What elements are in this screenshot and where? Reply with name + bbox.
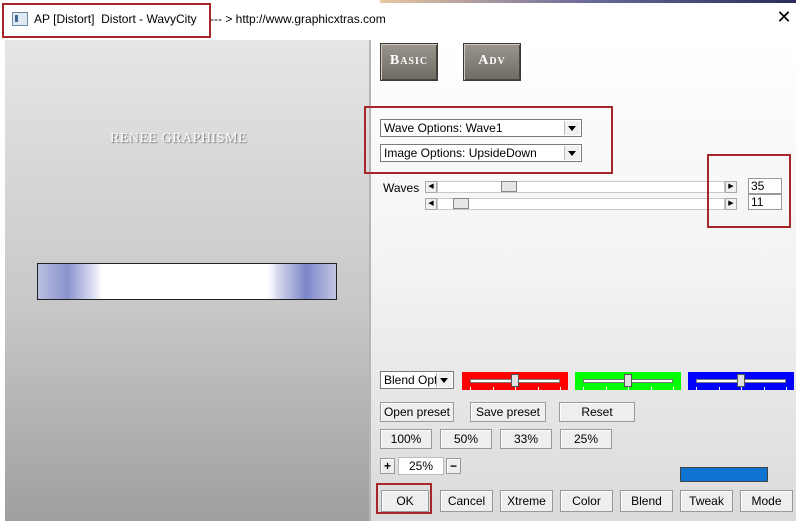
green-slider-thumb[interactable] [624, 374, 632, 387]
chevron-down-icon[interactable] [436, 373, 452, 387]
basic-tab-button[interactable]: Basic [380, 43, 438, 81]
waves-label: Waves [383, 181, 420, 195]
red-slider-tick [515, 387, 516, 390]
red-slider-tick [537, 387, 539, 390]
waves-slider-2-thumb[interactable] [453, 198, 470, 209]
blend-button[interactable]: Blend [620, 490, 673, 512]
green-slider-tick [673, 387, 674, 390]
zoom-in-button[interactable]: + [380, 458, 395, 474]
adv-tab-button[interactable]: Adv [463, 43, 521, 81]
zoom-33-button[interactable]: 33% [500, 429, 552, 449]
blue-slider-tick [696, 387, 697, 390]
blue-slider-thumb[interactable] [737, 374, 745, 387]
zoom-level-display: 25% [398, 457, 444, 475]
blue-slider-tick [786, 387, 787, 390]
ok-button[interactable]: OK [381, 490, 429, 512]
slider-left-arrow-icon[interactable]: ◀ [425, 198, 437, 210]
chevron-down-icon[interactable] [564, 121, 580, 135]
save-preset-button[interactable]: Save preset [470, 402, 546, 422]
preview-image [37, 263, 337, 300]
color-button[interactable]: Color [560, 490, 613, 512]
red-slider-thumb[interactable] [511, 374, 519, 387]
blue-slider-tick [741, 387, 742, 390]
zoom-50-button[interactable]: 50% [440, 429, 492, 449]
xtreme-button[interactable]: Xtreme [500, 490, 553, 512]
options-highlight-box [364, 106, 613, 174]
close-icon[interactable]: ✕ [774, 8, 794, 28]
chevron-down-icon[interactable] [564, 146, 580, 160]
green-slider-tick [583, 387, 584, 390]
reset-button[interactable]: Reset [559, 402, 635, 422]
blue-slider-tick [763, 387, 765, 390]
green-channel-slider[interactable] [575, 372, 681, 390]
mode-button[interactable]: Mode [740, 490, 793, 512]
blend-options-select[interactable]: Blend Optio [380, 371, 454, 389]
background-window-edge [380, 0, 796, 3]
green-slider-tick [605, 387, 607, 390]
zoom-100-button[interactable]: 100% [380, 429, 432, 449]
zoom-25-button[interactable]: 25% [560, 429, 612, 449]
wave-options-select[interactable]: Wave Options: Wave1 [380, 119, 582, 137]
wave-options-value: Wave Options: Wave1 [384, 121, 503, 135]
red-slider-tick [492, 387, 494, 390]
tweak-button[interactable]: Tweak [680, 490, 733, 512]
waves-slider-1-thumb[interactable] [501, 181, 518, 192]
red-slider-tick [560, 387, 561, 390]
waves-slider-2[interactable] [437, 198, 725, 210]
cancel-button[interactable]: Cancel [440, 490, 493, 512]
green-slider-tick [650, 387, 652, 390]
url-note: --- > http://www.graphicxtras.com [210, 12, 386, 26]
open-preset-button[interactable]: Open preset [380, 402, 454, 422]
image-options-value: Image Options: UpsideDown [384, 146, 537, 160]
green-slider-tick [628, 387, 629, 390]
slider-left-arrow-icon[interactable]: ◀ [425, 181, 437, 193]
blue-slider-tick [718, 387, 720, 390]
red-slider-tick [470, 387, 471, 390]
image-options-select[interactable]: Image Options: UpsideDown [380, 144, 582, 162]
zoom-out-button[interactable]: − [446, 458, 461, 474]
blue-channel-slider[interactable] [688, 372, 794, 390]
values-highlight-box [707, 154, 791, 228]
color-swatch[interactable] [680, 467, 768, 482]
waves-slider-1[interactable] [437, 181, 725, 193]
red-channel-slider[interactable] [462, 372, 568, 390]
watermark-text: RENEE GRAPHISME [110, 131, 248, 146]
title-highlight-box [2, 3, 211, 38]
